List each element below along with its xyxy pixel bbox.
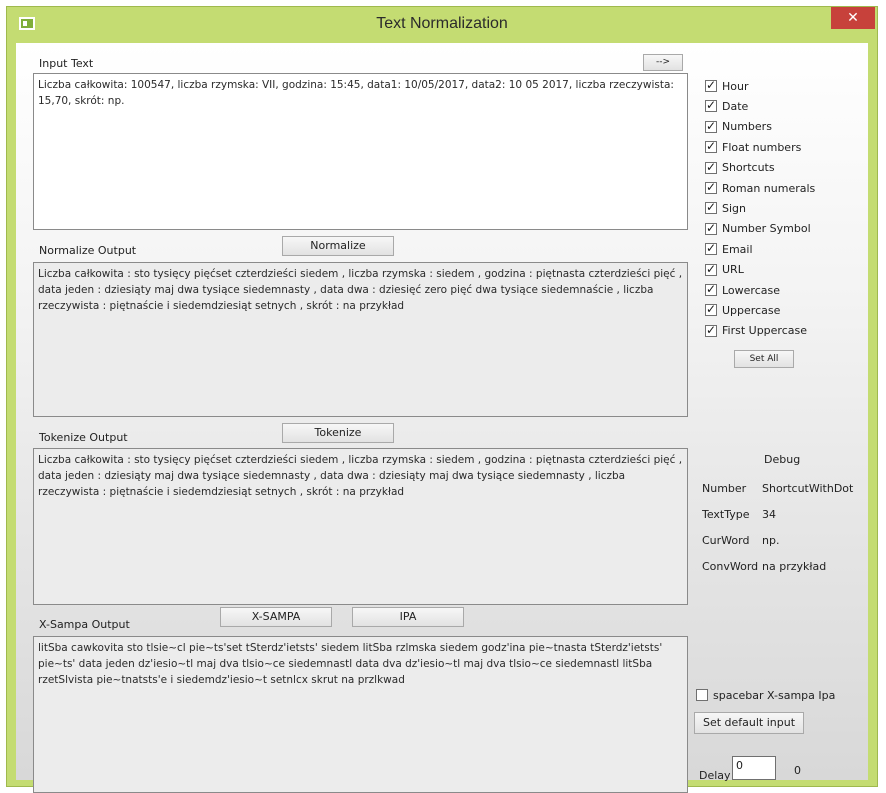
option-shortcuts[interactable]: Shortcuts (705, 159, 775, 177)
debug-curword-label: CurWord (702, 534, 750, 547)
xsampa-output-box[interactable]: litSba cawkovita sto tlsie~cl pie~ts'set… (33, 636, 688, 793)
debug-number-value: ShortcutWithDot (762, 482, 854, 495)
xsampa-output-label: X-Sampa Output (39, 618, 130, 631)
debug-texttype-label: TextType (702, 508, 750, 521)
debug-texttype-value: 34 (762, 508, 776, 521)
checkbox-label: Hour (722, 79, 749, 93)
debug-curword-value: np. (762, 534, 780, 547)
option-email[interactable]: Email (705, 240, 753, 258)
option-first-uppercase[interactable]: First Uppercase (705, 322, 807, 340)
debug-header: Debug (764, 453, 801, 466)
debug-number-label: Number (702, 482, 747, 495)
input-text-label: Input Text (39, 57, 94, 70)
set-all-button[interactable]: Set All (734, 350, 794, 368)
checkbox-label: Float numbers (722, 140, 802, 154)
checkbox[interactable] (705, 241, 717, 256)
spacebar-checkbox-label: spacebar X-sampa Ipa (713, 688, 836, 702)
option-uppercase[interactable]: Uppercase (705, 301, 780, 319)
checkbox[interactable] (705, 262, 717, 276)
app-window: Text Normalization ✕ Input Text --> Licz… (6, 6, 878, 793)
delay-input[interactable]: 0 (732, 756, 776, 780)
checkbox-label: Date (722, 99, 749, 113)
checkbox[interactable] (705, 139, 717, 154)
checkbox-label: Uppercase (722, 303, 781, 317)
client-area: Input Text --> Liczba całkowita: 100547,… (16, 43, 868, 793)
option-sign[interactable]: Sign (705, 199, 746, 217)
checkbox-label: Email (722, 242, 753, 256)
checkbox-label: Roman numerals (722, 181, 816, 195)
option-float-numbers[interactable]: Float numbers (705, 138, 801, 156)
spacebar-checkbox-box[interactable] (696, 689, 708, 701)
set-default-input-button[interactable]: Set default input (694, 712, 804, 734)
checkbox[interactable] (705, 302, 717, 317)
close-button[interactable]: ✕ (831, 7, 875, 29)
checkbox[interactable] (705, 323, 717, 337)
option-lowercase[interactable]: Lowercase (705, 281, 780, 299)
checkbox-label: Shortcuts (722, 161, 775, 175)
option-number-symbol[interactable]: Number Symbol (705, 220, 811, 238)
checkbox[interactable] (705, 119, 717, 133)
debug-convword-label: ConvWord (702, 560, 759, 573)
checkbox[interactable] (705, 282, 717, 296)
checkbox[interactable] (705, 98, 717, 113)
spacebar-xsampa-ipa-checkbox[interactable]: spacebar X-sampa Ipa (696, 686, 835, 704)
normalize-output-label: Normalize Output (39, 244, 137, 257)
checkbox-label: Sign (722, 201, 746, 215)
checkbox[interactable] (705, 180, 717, 194)
window-title: Text Normalization (376, 15, 508, 32)
normalize-button[interactable]: Normalize (282, 236, 394, 256)
tokenize-output-box[interactable]: Liczba całkowita : sto tysięcy pięćset c… (33, 448, 688, 605)
title-bar[interactable]: Text Normalization ✕ (7, 7, 877, 43)
option-numbers[interactable]: Numbers (705, 118, 772, 136)
tokenize-output-label: Tokenize Output (39, 431, 128, 444)
debug-convword-value: na przykład (762, 560, 827, 573)
delay-label: Delay (699, 769, 731, 782)
normalize-output-box[interactable]: Liczba całkowita : sto tysięcy pięćset c… (33, 262, 688, 417)
checkbox-label: Lowercase (722, 283, 780, 297)
input-text-box[interactable]: Liczba całkowita: 100547, liczba rzymska… (33, 73, 688, 230)
tokenize-button[interactable]: Tokenize (282, 423, 394, 443)
checkbox[interactable] (705, 160, 717, 174)
checkbox[interactable] (705, 221, 717, 235)
delay-readout: 0 (794, 764, 801, 777)
checkbox[interactable] (705, 78, 717, 92)
arrow-button[interactable]: --> (643, 54, 683, 71)
checkbox-label: URL (722, 263, 744, 277)
checkbox-label: Number Symbol (722, 222, 811, 236)
xsampa-button[interactable]: X-SAMPA (220, 607, 332, 627)
option-url[interactable]: URL (705, 261, 744, 279)
checkbox-label: First Uppercase (722, 324, 807, 338)
checkbox-label: Numbers (722, 120, 772, 134)
option-roman-numerals[interactable]: Roman numerals (705, 179, 815, 197)
checkbox[interactable] (705, 200, 717, 215)
option-hour[interactable]: Hour (705, 77, 749, 95)
ipa-button[interactable]: IPA (352, 607, 464, 627)
option-date[interactable]: Date (705, 97, 748, 115)
